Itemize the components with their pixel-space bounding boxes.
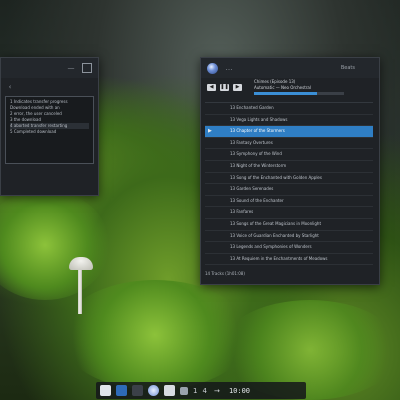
pager-2[interactable]: 4 xyxy=(202,387,206,395)
track-row[interactable]: 13 Fanfares xyxy=(205,207,373,219)
track-title: 13 Fantasy Overtures xyxy=(230,139,273,145)
track-row[interactable]: 13 Garden Serenades xyxy=(205,184,373,196)
track-title: 13 Vega Lights and Shadows xyxy=(230,116,288,122)
log-line: 5 Completed download xyxy=(10,129,57,134)
playback-progress-fill xyxy=(254,92,317,95)
track-title: 13 Enchanted Garden xyxy=(230,105,274,110)
download-window: — ‹ 1 Indicates transfer progress Downlo… xyxy=(0,57,99,196)
track-title: 13 Sound of the Enchanter xyxy=(230,197,284,203)
player-app-icon[interactable] xyxy=(148,385,159,396)
track-row[interactable]: 13 Voice of Guardian Enchanted by Starli… xyxy=(205,231,373,243)
wallpaper-moss xyxy=(0,190,110,300)
wallpaper-mushroom-cap xyxy=(69,257,93,270)
next-icon[interactable]: ▶ xyxy=(233,83,242,91)
minimize-icon[interactable]: — xyxy=(66,63,76,73)
app-launcher-icon[interactable] xyxy=(132,385,143,396)
track-title: 13 Night of the Winterstorm xyxy=(230,162,287,168)
window-title: Beats xyxy=(340,65,355,71)
track-title: 13 Fanfares xyxy=(230,209,254,215)
track-row[interactable]: 13 Song of the Enchanted with Golden App… xyxy=(205,173,373,185)
playback-progress-bar[interactable] xyxy=(254,92,344,95)
track-row[interactable]: 13 Vega Lights and Shadows xyxy=(205,115,373,127)
now-playing-subtitle: Automatic — Neo Orchestral xyxy=(254,85,311,90)
track-title: 13 Chapter of the Stormers xyxy=(230,128,285,134)
track-row[interactable]: 13 Symphony of the Wind xyxy=(205,149,373,161)
file-manager-icon[interactable] xyxy=(100,385,111,396)
status-bar: 14 Tracks (1h01:08) xyxy=(205,271,245,276)
track-title: 13 Song of the Enchanted with Golden App… xyxy=(230,174,322,180)
text-editor-icon[interactable] xyxy=(164,385,175,396)
wallpaper-mushroom-stem xyxy=(78,268,82,314)
track-row[interactable]: 13 Legends and Symphonies of Wonders xyxy=(205,242,373,254)
arrow-icon[interactable]: → xyxy=(212,386,222,396)
music-player-window: … Beats ◀ ❚❚ ▶ Chimes (Episode 13) Autom… xyxy=(200,57,380,285)
wallpaper-moss xyxy=(60,280,250,390)
track-title: 13 Symphony of the Wind xyxy=(230,151,282,157)
player-toolbar: ◀ ❚❚ ▶ Chimes (Episode 13) Automatic — N… xyxy=(201,78,379,96)
pause-icon[interactable]: ❚❚ xyxy=(220,83,229,91)
download-window-titlebar[interactable]: — xyxy=(1,58,98,78)
track-title: 13 Garden Serenades xyxy=(230,186,274,192)
track-row[interactable]: 13 Songs of the Great Magicians in Moonl… xyxy=(205,219,373,231)
track-row[interactable]: 13 Enchanted Garden xyxy=(205,103,373,115)
player-app-icon xyxy=(207,62,218,74)
workspace-icon[interactable] xyxy=(180,386,188,395)
track-row[interactable]: 13 Fantasy Overtures xyxy=(205,138,373,150)
track-title: 13 Legends and Symphonies of Wonders xyxy=(230,244,312,250)
player-titlebar[interactable]: … Beats xyxy=(201,58,379,78)
track-row[interactable]: ▶ 13 Chapter of the Stormers xyxy=(205,126,373,138)
pager-1[interactable]: 1 xyxy=(193,387,197,395)
taskbar: 1 4 → 10:00 xyxy=(96,382,306,399)
track-title: 13 Voice of Guardian Enchanted by Starli… xyxy=(230,232,319,238)
back-icon[interactable]: ‹ xyxy=(5,82,15,92)
terminal-icon[interactable] xyxy=(116,385,127,396)
track-row[interactable]: 13 At Requiem in the Enchantments of Mea… xyxy=(205,254,373,266)
maximize-icon[interactable] xyxy=(82,63,92,73)
track-row[interactable]: 13 Sound of the Enchanter xyxy=(205,196,373,208)
track-list: 13 Enchanted Garden 13 Vega Lights and Sh… xyxy=(205,102,373,266)
previous-icon[interactable]: ◀ xyxy=(207,83,216,91)
track-title: 13 Songs of the Great Magicians in Moonl… xyxy=(230,220,322,226)
track-row[interactable]: 13 Night of the Winterstorm xyxy=(205,161,373,173)
download-log-panel: 1 Indicates transfer progress Download e… xyxy=(5,96,94,164)
now-playing: Chimes (Episode 13) Automatic — Neo Orch… xyxy=(254,79,344,95)
track-title: 13 At Requiem in the Enchantments of Mea… xyxy=(230,255,328,261)
clock: 10:00 xyxy=(228,386,251,395)
menu-icon[interactable]: … xyxy=(224,63,234,73)
playing-icon: ▶ xyxy=(208,128,212,135)
